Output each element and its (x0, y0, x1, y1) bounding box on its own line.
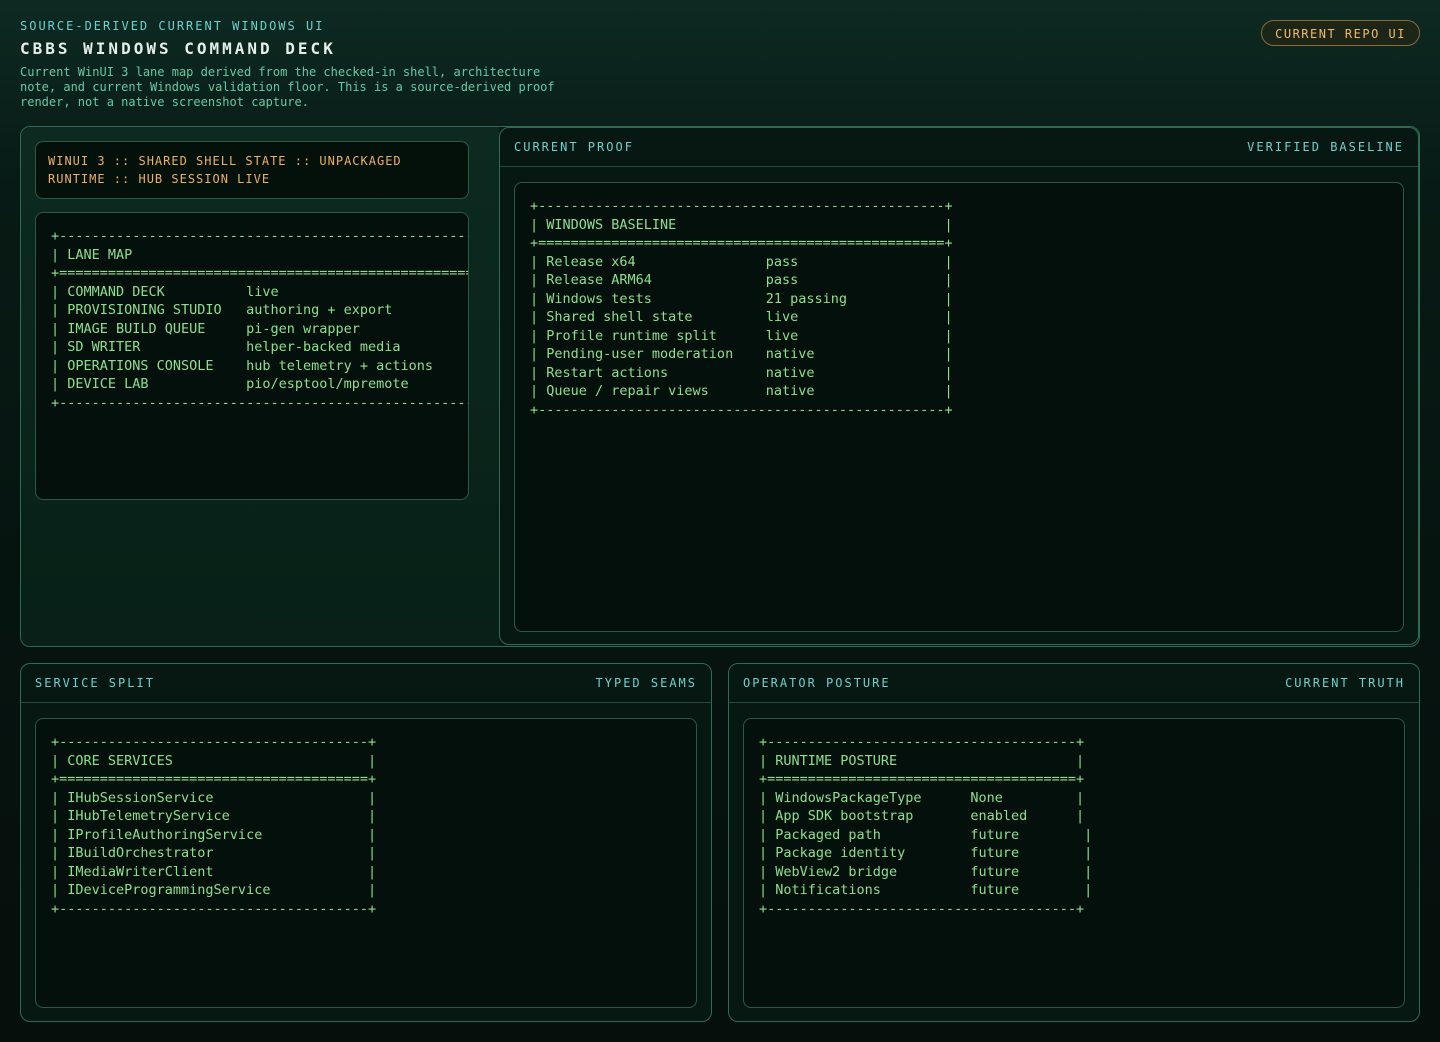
page-description: Current WinUI 3 lane map derived from th… (20, 65, 555, 109)
lane-map-box: +---------------------------------------… (35, 212, 469, 500)
current-truth-tag: CURRENT TRUTH (1285, 676, 1405, 690)
runtime-posture-box: +--------------------------------------+… (743, 718, 1405, 1008)
service-split-header: SERVICE SPLIT TYPED SEAMS (21, 664, 711, 703)
verified-baseline-tag: VERIFIED BASELINE (1247, 140, 1404, 154)
operator-posture-header: OPERATOR POSTURE CURRENT TRUTH (729, 664, 1419, 703)
page-title: CBBS WINDOWS COMMAND DECK (20, 39, 336, 58)
core-services-box: +--------------------------------------+… (35, 718, 697, 1008)
status-line-runtime: RUNTIME :: HUB SESSION LIVE (48, 172, 271, 186)
core-services-ascii: +--------------------------------------+… (51, 734, 377, 917)
status-line-shell: WINUI 3 :: SHARED SHELL STATE :: UNPACKA… (48, 154, 402, 168)
runtime-posture-ascii: +--------------------------------------+… (759, 734, 1093, 917)
typed-seams-tag: TYPED SEAMS (595, 676, 697, 690)
windows-baseline-ascii: +---------------------------------------… (530, 198, 953, 418)
current-proof-title: CURRENT PROOF (514, 140, 634, 154)
windows-baseline-box: +---------------------------------------… (514, 182, 1404, 632)
current-proof-header: CURRENT PROOF VERIFIED BASELINE (500, 128, 1418, 167)
service-split-title: SERVICE SPLIT (35, 676, 155, 690)
service-split-panel: SERVICE SPLIT TYPED SEAMS +-------------… (20, 663, 712, 1022)
current-repo-ui-badge[interactable]: CURRENT REPO UI (1261, 20, 1420, 46)
current-proof-panel: CURRENT PROOF VERIFIED BASELINE +-------… (499, 127, 1419, 645)
operator-posture-title: OPERATOR POSTURE (743, 676, 891, 690)
lane-map-ascii: +---------------------------------------… (51, 228, 469, 411)
page-kicker: SOURCE-DERIVED CURRENT WINDOWS UI (20, 19, 325, 33)
status-banner: WINUI 3 :: SHARED SHELL STATE :: UNPACKA… (35, 141, 469, 199)
operator-posture-panel: OPERATOR POSTURE CURRENT TRUTH +--------… (728, 663, 1420, 1022)
